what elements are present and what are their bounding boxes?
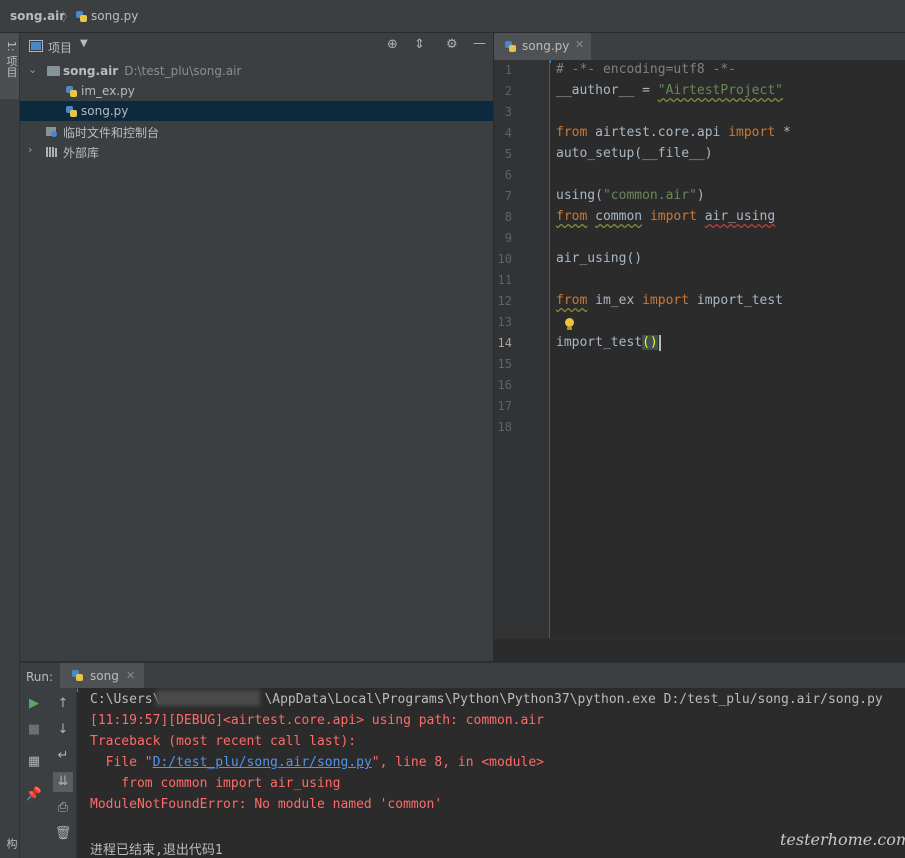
line-number: 17 [497, 399, 512, 413]
code-line-14: import_test() [556, 335, 658, 350]
minimize-icon[interactable]: — [473, 36, 486, 51]
line-number-gutter: 1 2 3 4 5 6 7 8 9 10 11 12 13 14 15 16 1… [494, 60, 550, 638]
python-file-icon [66, 86, 77, 97]
code-line-4: from airtest.core.api import * [556, 125, 791, 140]
chevron-right-icon[interactable]: › [28, 143, 32, 156]
run-window-header: Run: song ✕ [20, 662, 905, 692]
python-file-icon [76, 11, 87, 22]
tree-item-label: 外部库 [63, 146, 100, 160]
left-tool-strip: 1: 项目 结构 [0, 33, 34, 858]
code-editor[interactable]: # -*- encoding=utf8 -*- __author__ = "Ai… [551, 60, 905, 638]
project-panel-title[interactable]: 项目 [48, 39, 72, 56]
tree-item-song-air[interactable]: ⌄ song.air D:\test_plu\song.air [20, 61, 493, 81]
tree-item-scratches[interactable]: 临时文件和控制台 [20, 121, 493, 141]
run-label: Run: [26, 670, 54, 684]
folder-icon [47, 66, 60, 76]
code-line-8: from common import air_using [556, 209, 776, 224]
tree-item-im-ex[interactable]: im_ex.py [20, 81, 493, 101]
line-number: 18 [497, 420, 512, 434]
python-file-icon [66, 106, 77, 117]
traceback-file-link[interactable]: D:/test_plu/song.air/song.py [153, 755, 372, 770]
line-number: 15 [497, 357, 512, 371]
console-line-2: [11:19:57][DEBUG]<airtest.core.api> usin… [90, 713, 544, 728]
tree-item-song-py[interactable]: song.py [20, 101, 493, 121]
project-panel-header: 项目 ▼ ⊕ ⇕ ⚙ — [20, 33, 493, 60]
console-line-4: File "D:/test_plu/song.air/song.py", lin… [90, 755, 544, 770]
gear-icon[interactable]: ⚙ [446, 37, 458, 52]
line-number: 8 [504, 210, 512, 224]
code-line-5: auto_setup(__file__) [556, 146, 713, 161]
run-tab-label: song [90, 669, 119, 683]
python-file-icon [505, 41, 516, 52]
project-view-icon [29, 40, 43, 52]
line-number: 11 [497, 273, 512, 287]
code-line-10: air_using() [556, 251, 643, 266]
locate-icon[interactable]: ⊕ [387, 37, 398, 52]
close-icon[interactable]: ✕ [126, 669, 135, 682]
text-caret [659, 335, 661, 351]
tree-item-label: song.air [63, 64, 119, 78]
console-line-5: from common import air_using [90, 776, 341, 791]
line-number: 4 [504, 126, 512, 140]
line-number: 2 [504, 84, 512, 98]
run-toolbar: ▶ ■ ▦ 📌 ↑ ↓ ↵ ⇊ ⎙ 🗑 [20, 688, 77, 858]
line-number: 9 [504, 231, 512, 245]
line-number: 6 [504, 168, 512, 182]
rerun-icon[interactable]: ▶ [24, 694, 44, 714]
close-icon[interactable]: ✕ [575, 38, 584, 51]
code-line-7: using("common.air") [556, 188, 705, 203]
tree-item-label: 临时文件和控制台 [63, 126, 160, 140]
line-number: 7 [504, 189, 512, 203]
scratches-icon [46, 127, 57, 137]
layout-icon[interactable]: ▦ [24, 752, 44, 772]
editor-tab-song-py[interactable]: song.py ✕ [494, 33, 591, 63]
tree-item-path: D:\test_plu\song.air [124, 64, 242, 78]
trash-icon[interactable]: 🗑 [53, 824, 73, 844]
redacted-username [156, 690, 260, 706]
arrow-down-icon[interactable]: ↓ [53, 720, 73, 740]
project-panel: 项目 ▼ ⊕ ⇕ ⚙ — ⌄ song.air D:\test_plu\song.… [20, 33, 493, 661]
console-line-7: 进程已结束,退出代码1 [90, 843, 223, 858]
console-line-3: Traceback (most recent call last): [90, 734, 357, 749]
line-number: 10 [497, 252, 512, 266]
line-number-current: 14 [497, 336, 512, 350]
lightbulb-icon[interactable] [565, 318, 574, 330]
arrow-up-icon[interactable]: ↑ [53, 694, 73, 714]
breadcrumb-file[interactable]: song.py [91, 9, 138, 23]
code-line-2: __author__ = "AirtestProject" [556, 83, 783, 98]
collapse-all-icon[interactable]: ⇕ [414, 37, 425, 52]
python-icon [72, 670, 83, 681]
tree-item-external-libraries[interactable]: › 外部库 [20, 141, 493, 161]
line-number: 5 [504, 147, 512, 161]
chevron-down-icon[interactable]: ▼ [80, 38, 88, 49]
tree-item-label: im_ex.py [81, 84, 135, 98]
line-number: 13 [497, 315, 512, 329]
watermark: testerhome.com [780, 830, 905, 849]
pin-icon[interactable]: 📌 [24, 785, 44, 805]
editor-tab-label: song.py [522, 39, 570, 53]
editor-tab-bar: song.py ✕ [494, 33, 905, 63]
stop-icon[interactable]: ■ [24, 720, 44, 740]
line-number: 16 [497, 378, 512, 392]
line-number: 1 [504, 63, 512, 77]
console-line-6: ModuleNotFoundError: No module named 'co… [90, 797, 443, 812]
line-number: 12 [497, 294, 512, 308]
chevron-down-icon[interactable]: ⌄ [28, 63, 37, 76]
breadcrumb-project[interactable]: song.air [10, 9, 65, 23]
print-icon[interactable]: ⎙ [53, 798, 73, 818]
breadcrumb-separator-icon: 〉 [62, 10, 75, 24]
breadcrumb: song.air 〉 song.py [0, 0, 905, 33]
code-line-12: from im_ex import import_test [556, 293, 783, 308]
code-line-1: # -*- encoding=utf8 -*- [556, 62, 737, 77]
soft-wrap-icon[interactable]: ↵ [53, 746, 73, 766]
library-icon [46, 147, 57, 157]
editor-bottom-bar [494, 638, 905, 661]
line-number: 3 [504, 105, 512, 119]
scroll-to-end-icon[interactable]: ⇊ [53, 772, 73, 792]
project-tool-tab[interactable]: 1: 项目 [3, 41, 19, 77]
tree-item-label: song.py [81, 104, 129, 118]
